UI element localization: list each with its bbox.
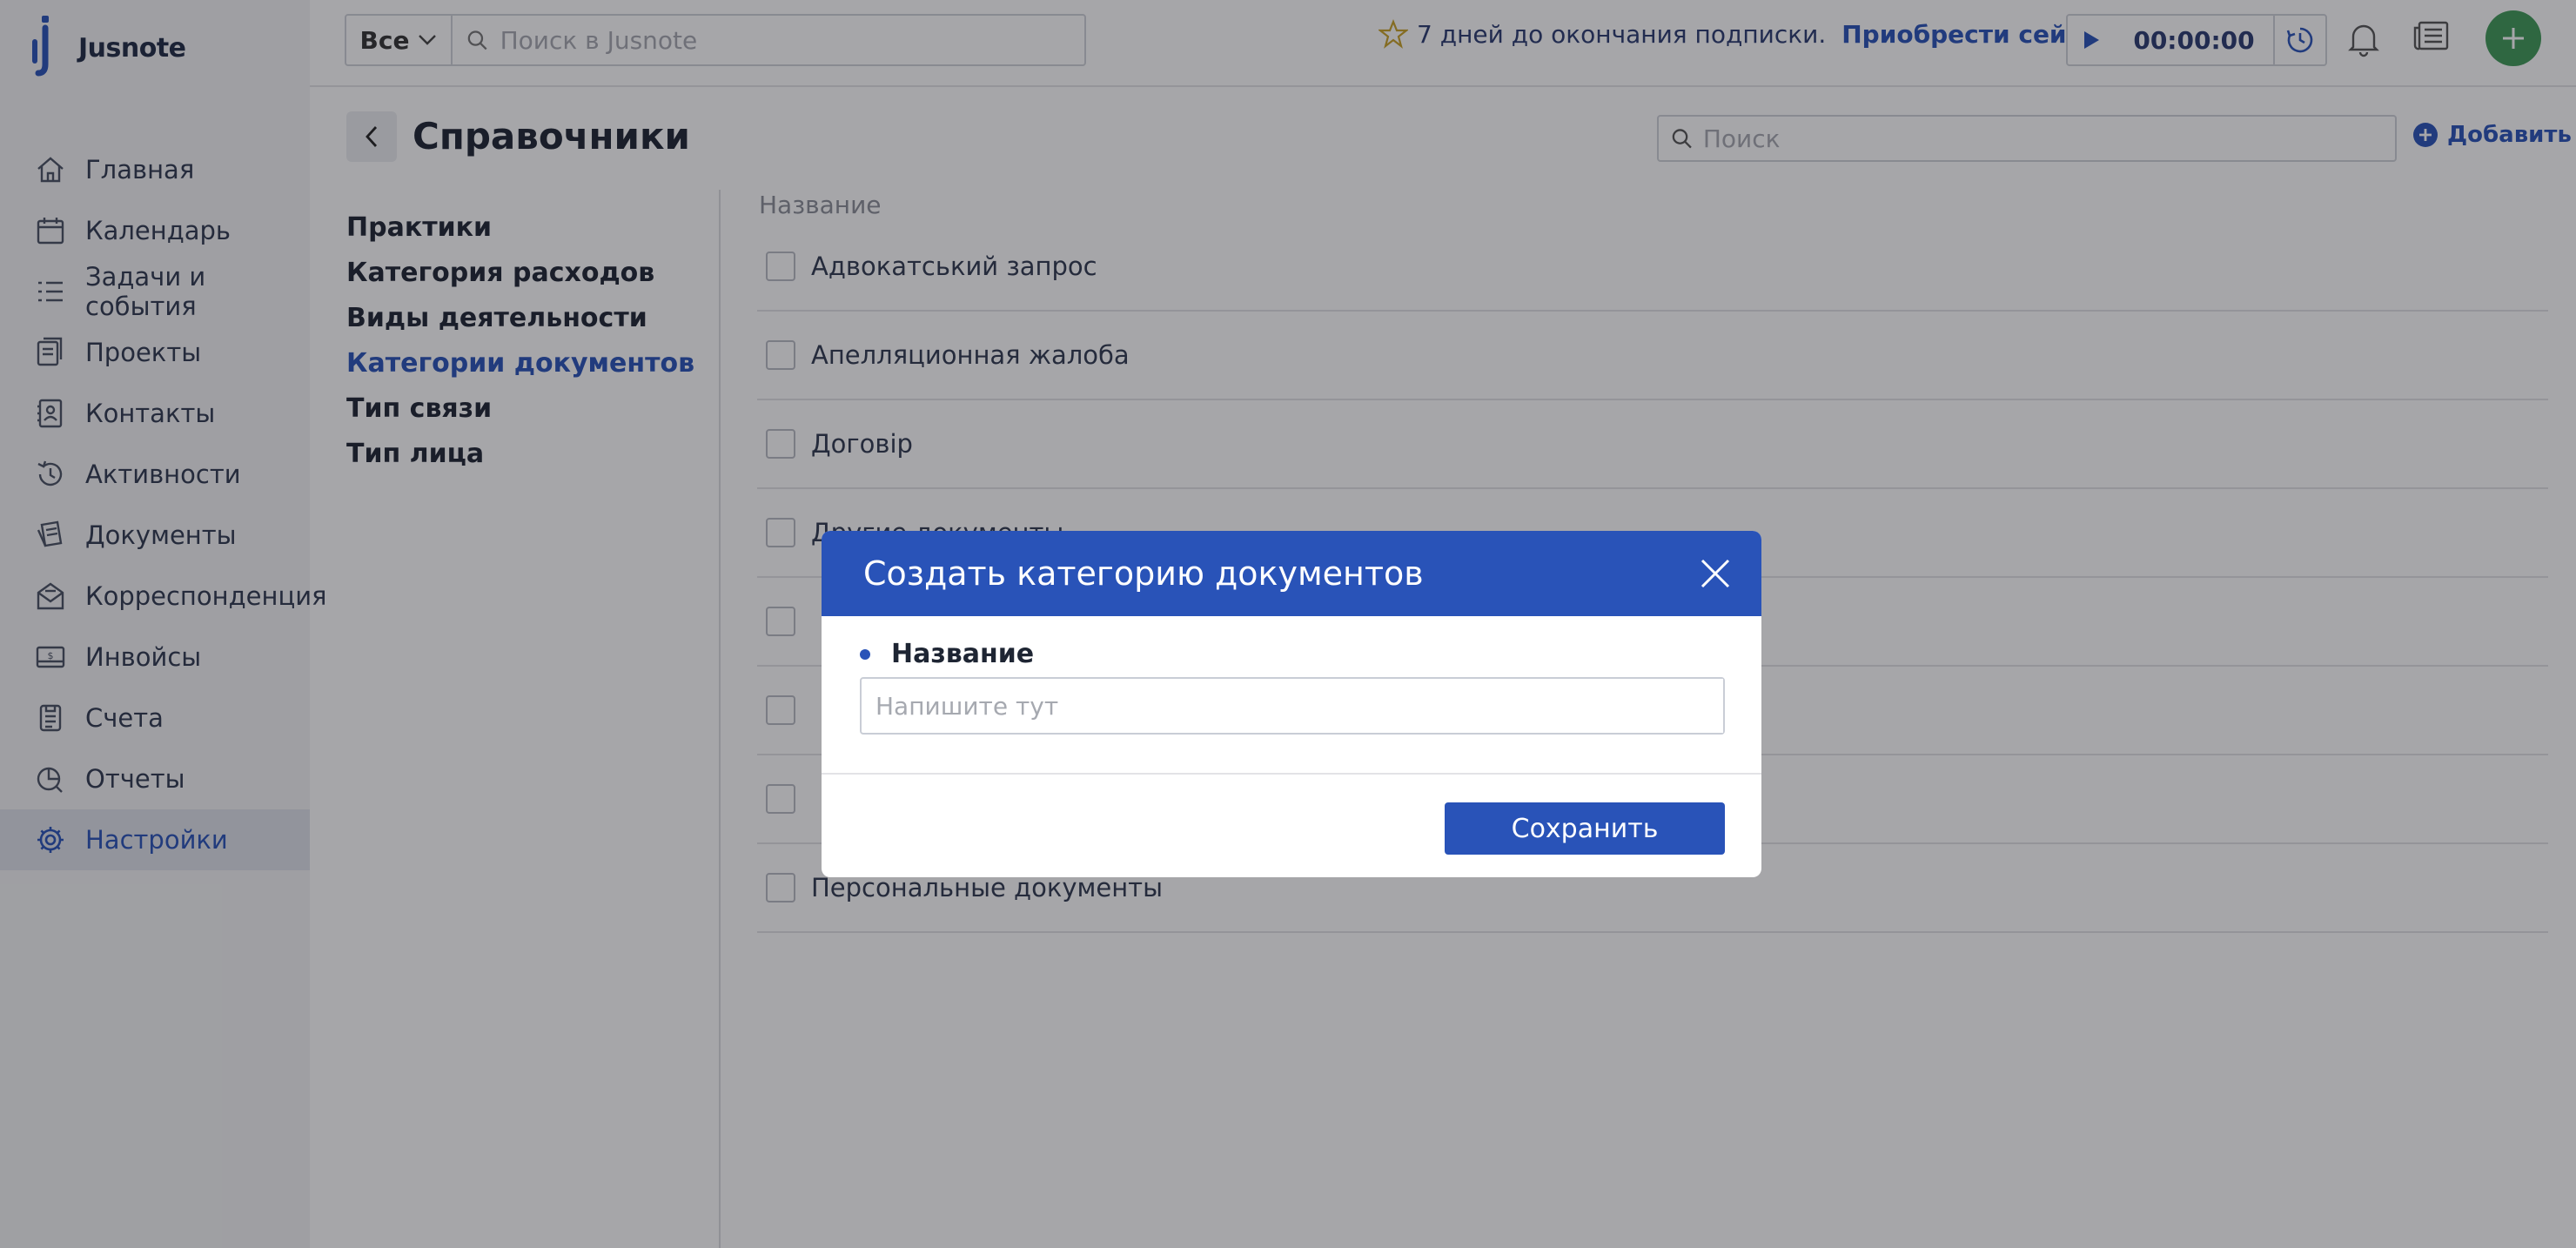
close-icon (1701, 559, 1730, 588)
save-button[interactable]: Сохранить (1445, 802, 1725, 855)
name-field (860, 677, 1725, 735)
dialog-title: Создать категорию документов (863, 554, 1424, 593)
create-category-dialog: Создать категорию документов Название Со… (822, 531, 1761, 877)
name-field-label: Название (860, 639, 1034, 669)
name-label-text: Название (891, 639, 1035, 669)
dialog-divider (822, 773, 1761, 775)
dialog-header: Создать категорию документов (822, 531, 1761, 616)
close-button[interactable] (1695, 554, 1735, 594)
category-name-input[interactable] (875, 679, 1723, 733)
required-dot-icon (860, 648, 870, 660)
